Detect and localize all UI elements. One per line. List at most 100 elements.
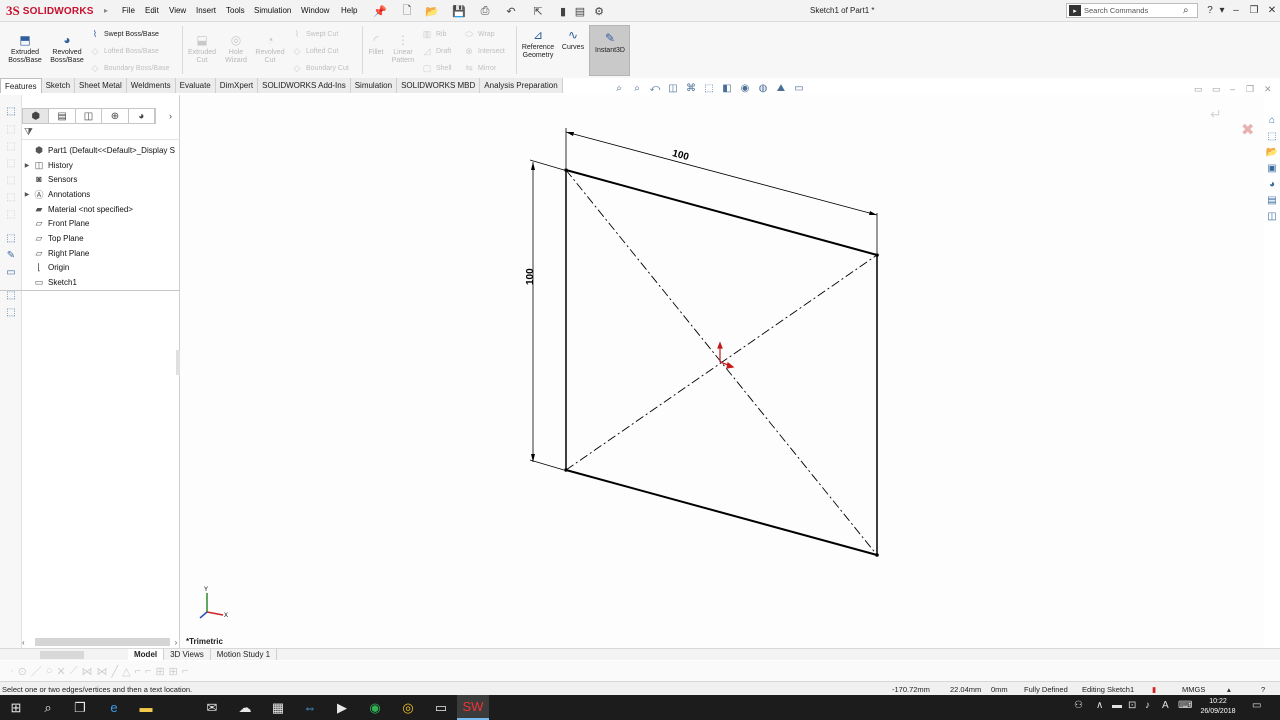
print-icon[interactable]: ⎙	[476, 4, 494, 18]
chrome-icon[interactable]: ◎	[392, 695, 424, 720]
extruded-boss-button[interactable]: ⬒ Extruded Boss/Base	[4, 33, 46, 65]
search-input[interactable]: Search Commands	[1084, 6, 1183, 15]
tree-item-history[interactable]: ▶ ◫ History	[22, 158, 180, 172]
construction-icon[interactable]: ╱	[111, 665, 118, 678]
point-icon[interactable]: ·	[10, 665, 14, 677]
teamviewer-icon[interactable]: ⇔	[294, 695, 326, 720]
file-explorer-icon[interactable]: ▬	[130, 695, 162, 720]
scroll-right-icon[interactable]: ›	[175, 638, 178, 647]
tree-item-right-plane[interactable]: ▱ Right Plane	[22, 246, 180, 260]
tree-item-front-plane[interactable]: ▱ Front Plane	[22, 216, 180, 230]
tab-evaluate[interactable]: Evaluate	[175, 78, 216, 93]
viewport-tile-icon[interactable]: ▭	[1212, 84, 1221, 95]
boundary-boss-button[interactable]: ◇ Boundary Boss/Base	[89, 62, 179, 74]
file-properties-icon[interactable]: ▤	[571, 4, 589, 18]
viewport-minimize-icon[interactable]: ▭	[1194, 84, 1203, 95]
select-icon[interactable]: ⇱	[529, 4, 547, 18]
hide-show-items-icon[interactable]: ◉	[738, 82, 752, 94]
viewport-close-icon[interactable]: ✕	[1264, 84, 1272, 95]
sketch-point[interactable]	[564, 168, 568, 172]
photos-icon[interactable]: ☁	[229, 695, 261, 720]
dimxpert-tab-icon[interactable]: ⊕	[102, 109, 129, 123]
shell-button[interactable]: ▢ Shell	[421, 62, 461, 74]
fillet-button[interactable]: ◜ Fillet	[364, 33, 388, 57]
dimension-left-value[interactable]: 100	[525, 268, 536, 285]
new-document-icon[interactable]: 🗋	[398, 4, 416, 18]
tab-features[interactable]: Features	[0, 78, 42, 93]
curves-button[interactable]: ∿ Curves	[560, 28, 586, 52]
units-dropdown-icon[interactable]: ▴	[1227, 685, 1231, 694]
edit-appearance-icon[interactable]: ◍	[756, 82, 770, 94]
close-icon[interactable]: ✕	[1264, 3, 1280, 18]
tab-analysis-preparation[interactable]: Analysis Preparation	[480, 78, 563, 93]
tray-expand-icon[interactable]: ∧	[1096, 700, 1103, 711]
open-icon[interactable]: 📂	[423, 4, 441, 18]
dynamic-annotation-icon[interactable]: ⌘	[684, 82, 698, 94]
menu-edit[interactable]: Edit	[145, 6, 159, 15]
circle-tool-icon[interactable]: ○	[46, 665, 53, 677]
view-orientation-icon[interactable]: ⬚	[702, 82, 716, 94]
display-style-icon[interactable]: ◧	[720, 82, 734, 94]
tab-dimxpert[interactable]: DimXpert	[215, 78, 259, 93]
extruded-cut-button[interactable]: ⬓ Extruded Cut	[184, 33, 220, 65]
tree-item-origin[interactable]: ⌊ Origin	[22, 260, 180, 274]
sketch-line-bottom[interactable]	[565, 469, 878, 556]
window-app-icon[interactable]: ▭	[425, 695, 457, 720]
input-language-icon[interactable]: A	[1162, 700, 1169, 711]
configurationmanager-tab-icon[interactable]: ◫	[76, 109, 103, 123]
exit-sketch-icon[interactable]: ⬚	[4, 232, 18, 244]
featuremanager-tab-icon[interactable]: ⬢	[23, 109, 50, 123]
tab-sheet-metal[interactable]: Sheet Metal	[75, 78, 127, 93]
sketch-point[interactable]	[564, 468, 568, 472]
undo-icon[interactable]: ↶	[502, 4, 520, 18]
panel-expand-arrow-icon[interactable]: ›	[169, 111, 172, 121]
tab-weldments[interactable]: Weldments	[126, 78, 176, 93]
scroll-left-icon[interactable]: ‹	[22, 638, 25, 647]
volume-icon[interactable]: ♪	[1145, 700, 1150, 711]
search-mode-icon[interactable]: ▸	[1069, 5, 1081, 16]
forum-icon[interactable]: ◫	[1265, 210, 1279, 223]
unit-system-selector[interactable]: MMGS	[1182, 685, 1205, 694]
notifications-icon[interactable]: ▭	[1252, 700, 1261, 711]
menu-file[interactable]: File	[122, 6, 135, 15]
rotate-icon[interactable]: ⌐	[182, 665, 188, 677]
menu-view[interactable]: View	[169, 6, 186, 15]
calculator-icon[interactable]: ▦	[262, 695, 294, 720]
zoom-to-fit-icon[interactable]: ⌕	[612, 82, 626, 94]
swept-boss-button[interactable]: ⌇ Swept Boss/Base	[89, 28, 179, 40]
menu-help[interactable]: Help	[341, 6, 357, 15]
file-explorer-icon[interactable]: 📂	[1265, 146, 1279, 159]
taskbar-clock[interactable]: 10:22 26/09/2018	[1196, 697, 1240, 717]
mirror-icon[interactable]: ⋈	[81, 665, 92, 678]
offset-icon[interactable]: ⟋	[70, 665, 78, 678]
boundary-cut-button[interactable]: ◇ Boundary Cut	[291, 62, 361, 74]
featuremanager-scrollbar[interactable]: ‹ ›	[22, 636, 180, 648]
restore-icon[interactable]: ❐	[1246, 3, 1262, 18]
edit-sketch-icon[interactable]: ✎	[4, 249, 18, 261]
tree-item-annotations[interactable]: ▶ Ⓐ Annotations	[22, 187, 180, 201]
scroll-thumb[interactable]	[34, 638, 170, 646]
previous-view-icon[interactable]: ⤺	[648, 82, 662, 94]
revolved-cut-button[interactable]: ◔ Revolved Cut	[252, 33, 288, 65]
draft-button[interactable]: ◿ Draft	[421, 45, 461, 57]
tree-item-part[interactable]: ⬢ Part1 (Default<<Default>_Display S	[22, 143, 180, 157]
move-icon[interactable]: ⊞	[169, 665, 178, 678]
pin-icon[interactable]: 📌	[371, 4, 389, 18]
rectangle-icon[interactable]: ⬚	[4, 157, 18, 169]
mirror-button[interactable]: ⇋ Mirror	[463, 62, 515, 74]
polygon-icon[interactable]: △	[122, 665, 130, 678]
revolved-boss-button[interactable]: ◕ Revolved Boss/Base	[46, 33, 88, 65]
tab-simulation[interactable]: Simulation	[350, 78, 398, 93]
design-library-icon[interactable]: ⬚	[1265, 130, 1279, 143]
hole-wizard-button[interactable]: ◎ Hole Wizard	[218, 33, 254, 65]
search-commands[interactable]: ▸ Search Commands ⌕	[1066, 3, 1198, 18]
solidworks-taskbar-icon[interactable]: SW	[457, 695, 489, 720]
corner-icon[interactable]: ⌐	[135, 665, 141, 677]
sketch-point[interactable]	[875, 553, 879, 557]
confirmation-corner-cancel-icon[interactable]: ✖	[1241, 120, 1254, 140]
zoom-to-area-icon[interactable]: ⌕	[630, 82, 644, 94]
tab-solidworks-mbd[interactable]: SOLIDWORKS MBD	[397, 78, 481, 93]
filter-icon[interactable]: ⧩	[24, 127, 33, 138]
media-player-icon[interactable]: ▶	[326, 695, 358, 720]
line-icon[interactable]: ⬚	[4, 140, 18, 152]
